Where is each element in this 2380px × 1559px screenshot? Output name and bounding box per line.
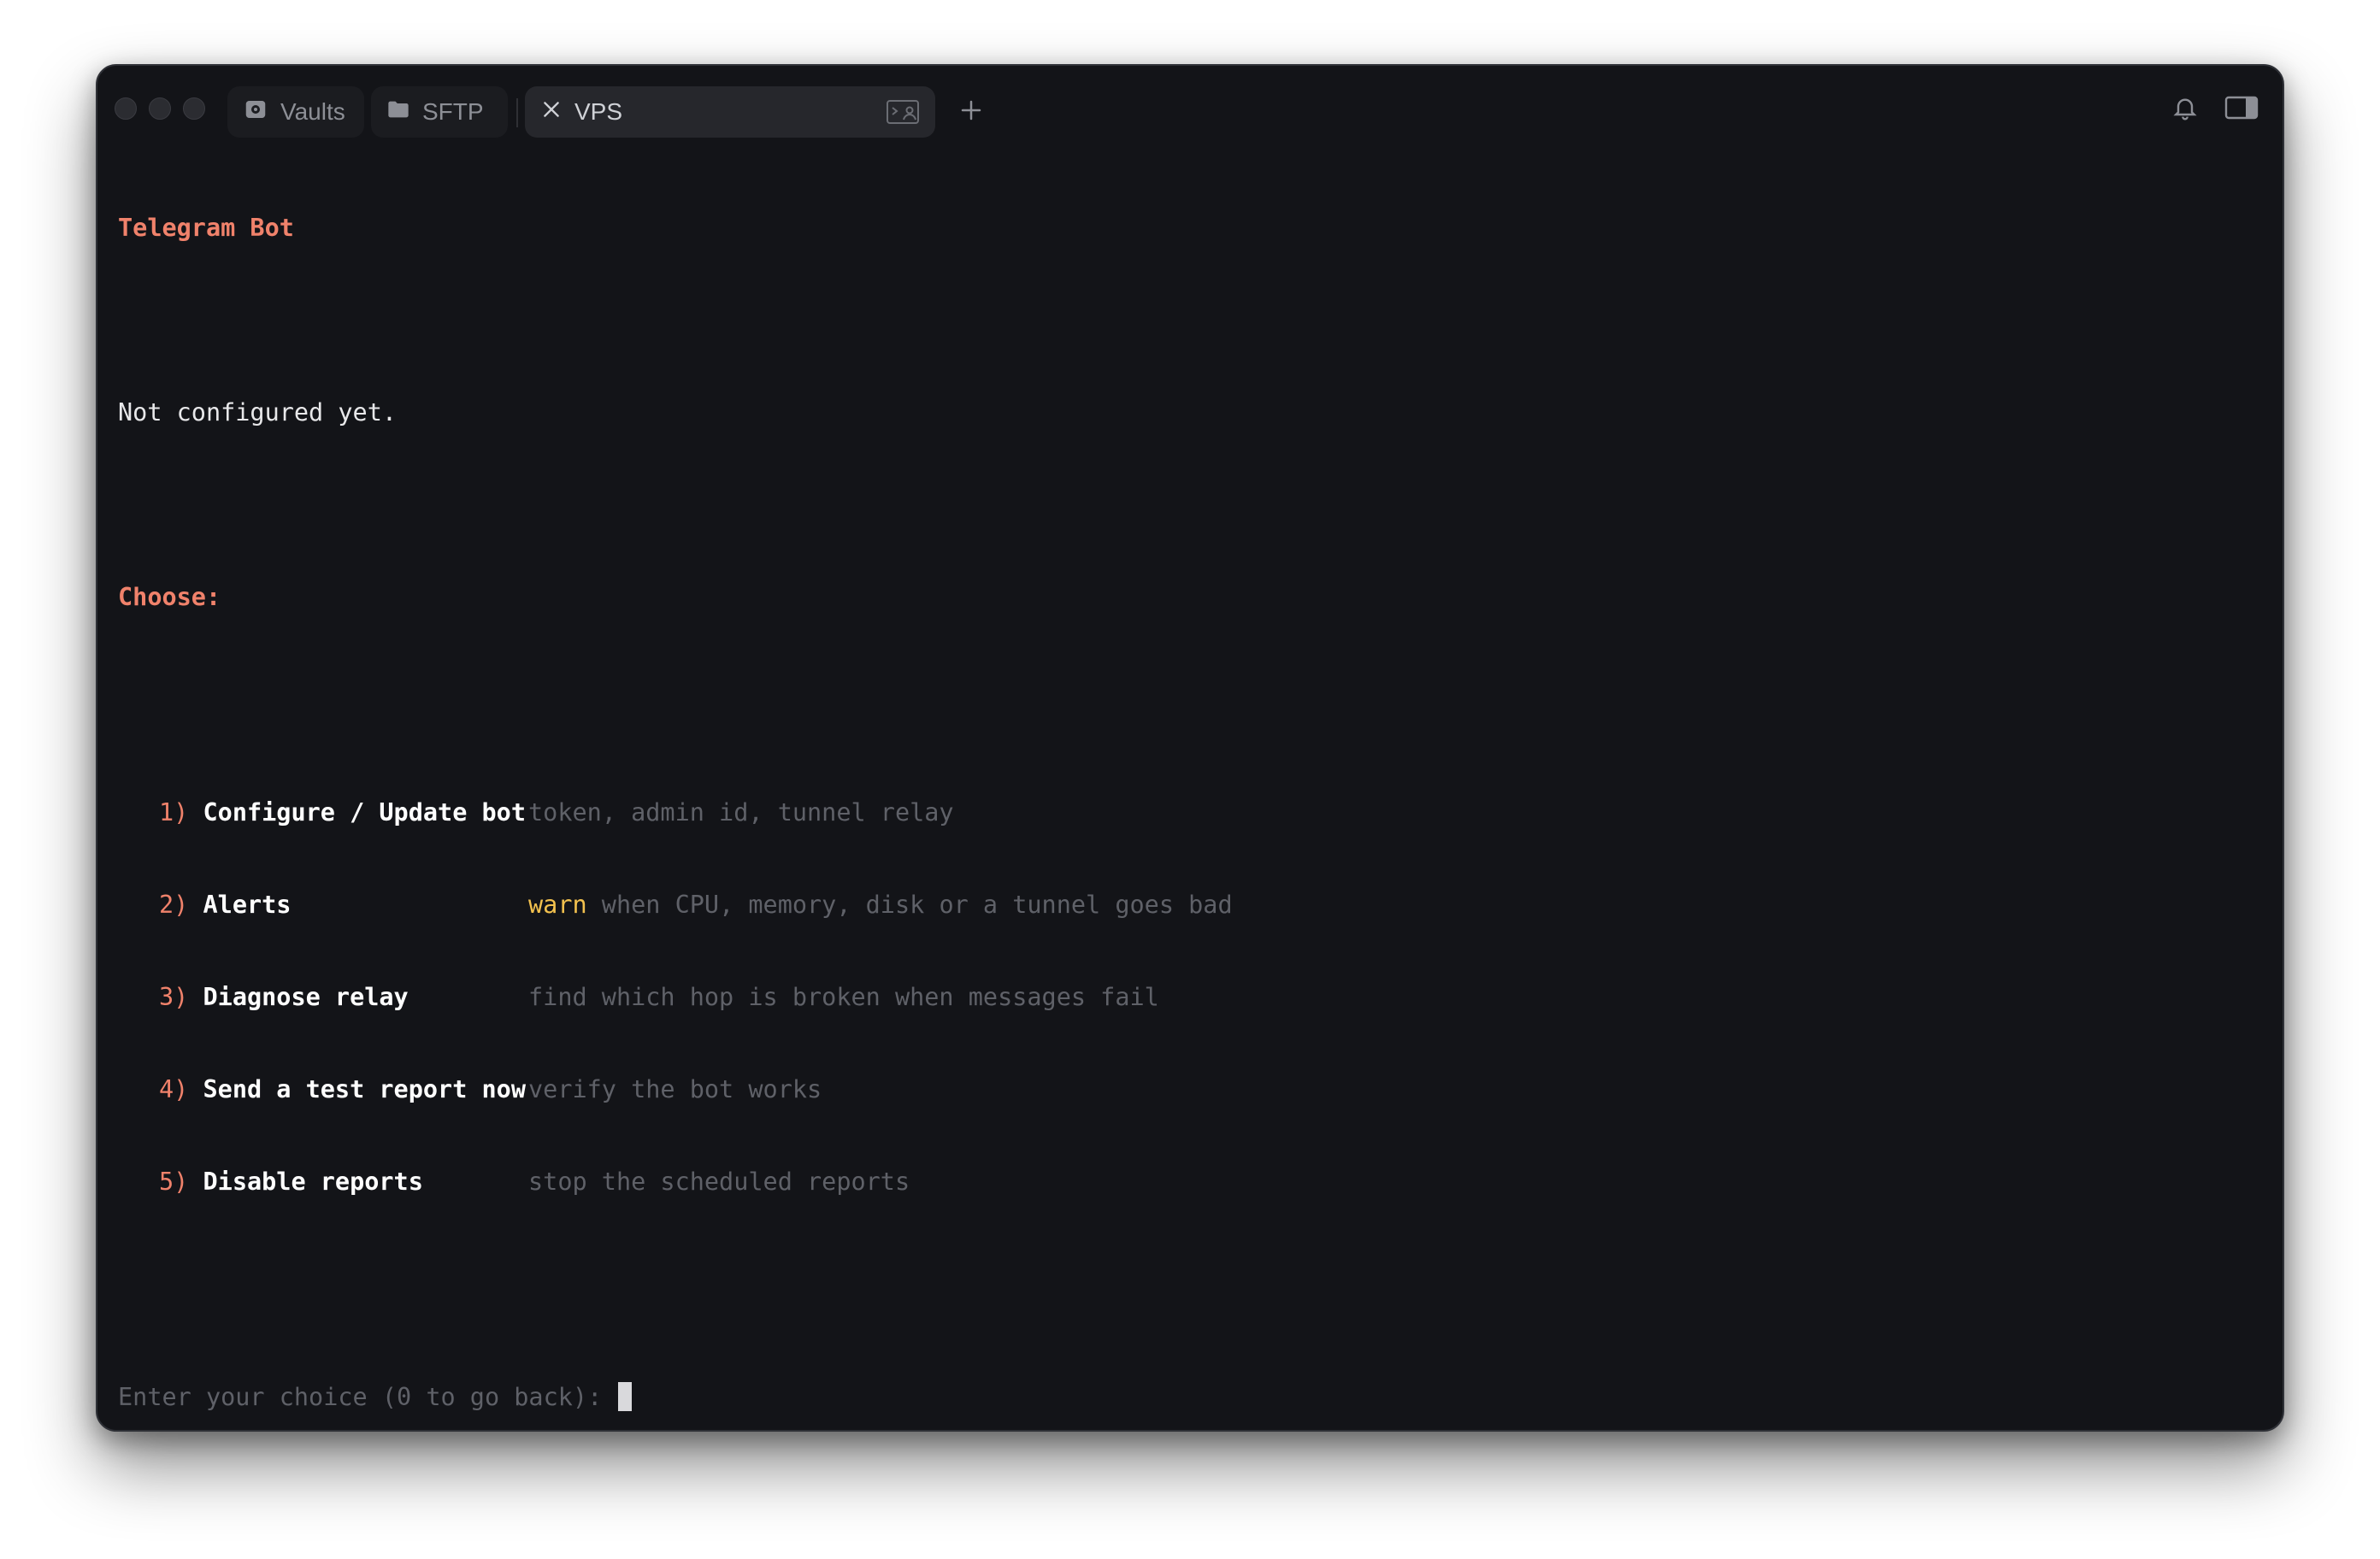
menu-option: 2) Alerts warn when CPU, memory, disk or… bbox=[118, 890, 2262, 921]
status-text: Not configured yet. bbox=[118, 398, 398, 427]
new-tab-button[interactable] bbox=[951, 91, 992, 132]
tab-vaults[interactable]: Vaults bbox=[227, 86, 364, 138]
bell-icon bbox=[2171, 98, 2199, 126]
option-label: Send a test report now bbox=[203, 1075, 527, 1103]
terminal-output[interactable]: Telegram Bot Not configured yet. Choose:… bbox=[118, 151, 2262, 1413]
menu-option: 1) Configure / Update bot token, admin i… bbox=[118, 797, 2262, 828]
terminal-profile-icon[interactable] bbox=[886, 98, 920, 132]
notifications-button[interactable] bbox=[2171, 93, 2199, 126]
option-description: when CPU, memory, disk or a tunnel goes … bbox=[586, 891, 1233, 919]
input-prompt: Enter your choice (0 to go back): bbox=[118, 1383, 617, 1411]
plus-icon bbox=[958, 97, 984, 127]
terminal-window: Vaults SFTP VPS Telegram Bot Not configu… bbox=[96, 64, 2284, 1432]
option-description: find which hop is broken when messages f… bbox=[528, 983, 1159, 1011]
option-description: verify the bot works bbox=[528, 1075, 822, 1103]
option-description: stop the scheduled reports bbox=[528, 1168, 910, 1196]
folder-icon bbox=[386, 97, 410, 127]
menu-title: Telegram Bot bbox=[118, 214, 294, 242]
option-number: 3) bbox=[159, 983, 189, 1011]
tab-divider bbox=[516, 98, 518, 127]
option-number: 5) bbox=[159, 1168, 189, 1196]
option-label: Diagnose relay bbox=[203, 983, 409, 1011]
option-description: token, admin id, tunnel relay bbox=[528, 798, 954, 827]
window-controls bbox=[115, 97, 205, 120]
option-number: 2) bbox=[159, 891, 189, 919]
menu-option: 3) Diagnose relay find which hop is brok… bbox=[118, 982, 2262, 1013]
option-label: Disable reports bbox=[203, 1168, 423, 1196]
sidebar-toggle-button[interactable] bbox=[2224, 95, 2259, 125]
tab-vaults-label: Vaults bbox=[280, 98, 345, 125]
minimize-window-button[interactable] bbox=[149, 97, 171, 120]
option-number: 1) bbox=[159, 798, 189, 827]
zoom-window-button[interactable] bbox=[183, 97, 205, 120]
tab-vps-label: VPS bbox=[574, 98, 623, 125]
option-number: 4) bbox=[159, 1075, 189, 1103]
tab-vps[interactable]: VPS bbox=[525, 86, 935, 138]
option-desc-highlight: warn bbox=[528, 891, 587, 919]
menu-option: 5) Disable reports stop the scheduled re… bbox=[118, 1167, 2262, 1197]
vault-icon bbox=[243, 97, 268, 128]
menu-option: 4) Send a test report now verify the bot… bbox=[118, 1074, 2262, 1105]
terminal-cursor[interactable] bbox=[618, 1382, 633, 1411]
tab-sftp-label: SFTP bbox=[422, 98, 484, 125]
tab-sftp[interactable]: SFTP bbox=[371, 86, 508, 138]
close-window-button[interactable] bbox=[115, 97, 137, 120]
option-label: Alerts bbox=[203, 891, 292, 919]
close-icon[interactable] bbox=[540, 98, 563, 126]
option-label: Configure / Update bot bbox=[203, 798, 527, 827]
choose-label: Choose: bbox=[118, 583, 221, 611]
sidebar-icon bbox=[2224, 96, 2259, 124]
title-bar: Vaults SFTP VPS bbox=[97, 66, 2283, 151]
